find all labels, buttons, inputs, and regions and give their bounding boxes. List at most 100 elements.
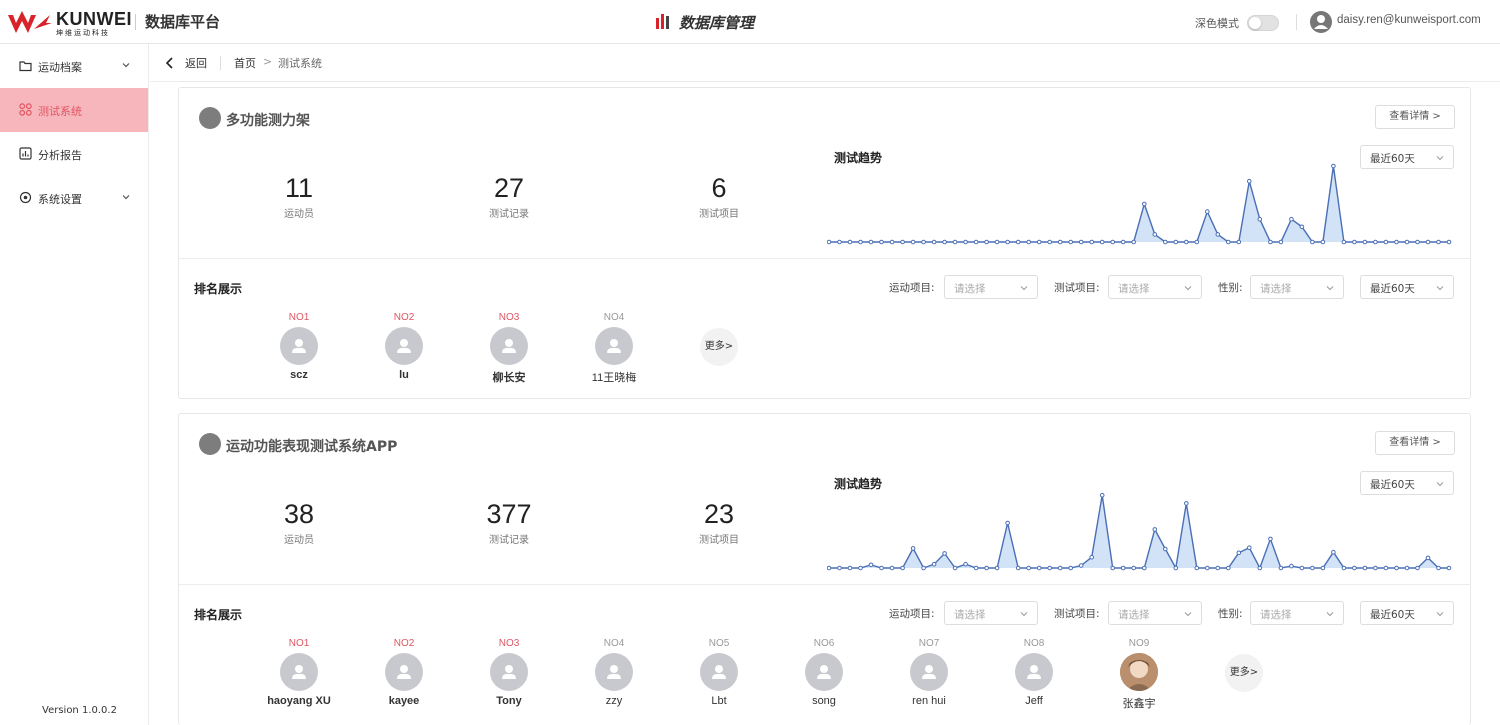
trend-point: [1047, 565, 1052, 571]
ranking-item[interactable]: NO3 柳长安: [459, 311, 559, 385]
sidebar: 运动档案 测试系统 分析报告 系统设置 Version 1.0.0.2: [0, 44, 149, 725]
rank-number: NO4: [603, 312, 625, 323]
trend-point: [1341, 565, 1347, 571]
ranking-range-select[interactable]: 最近60天: [1360, 601, 1454, 625]
breadcrumb-home[interactable]: 首页: [234, 55, 256, 71]
stat-label: 运动员: [284, 209, 314, 220]
trend-point: [1383, 565, 1389, 571]
ranking-item[interactable]: NO1 haoyang XU: [249, 637, 349, 707]
view-details-button[interactable]: 查看详情 >: [1375, 105, 1455, 129]
stat-test-items: 6 测试项目: [659, 173, 779, 220]
trend-point: [1425, 239, 1431, 245]
ranking-item[interactable]: NO4 zzy: [564, 637, 664, 707]
trend-point: [1184, 239, 1189, 245]
bar-chart-icon: [19, 147, 32, 160]
ranking-item[interactable]: NO4 11王晓梅: [564, 311, 664, 385]
sport-filter-select[interactable]: 请选择: [944, 275, 1038, 299]
trend-point: [931, 239, 937, 245]
more-ranking-button[interactable]: 更多>: [700, 328, 738, 366]
trend-point: [837, 565, 842, 571]
sport-filter-select[interactable]: 请选择: [944, 601, 1038, 625]
ranking-item[interactable]: NO1 scz: [249, 311, 349, 381]
sidebar-item-label: 测试系统: [38, 105, 82, 118]
database-bars-icon: [656, 14, 669, 29]
gender-filter-select[interactable]: 请选择: [1250, 275, 1344, 299]
trend-point: [1005, 239, 1010, 245]
athlete-name: haoyang XU: [267, 695, 331, 707]
trend-point: [1257, 216, 1263, 222]
card-title: 运动功能表现测试系统APP: [226, 439, 398, 455]
ranking-item[interactable]: NO8 Jeff: [984, 637, 1084, 707]
sidebar-item-system-settings[interactable]: 系统设置: [0, 176, 148, 220]
trend-point: [900, 239, 905, 245]
sidebar-item-sport-archive[interactable]: 运动档案: [0, 44, 148, 88]
page-title-text: 数据库管理: [679, 14, 755, 32]
stat-value: 27: [493, 173, 525, 203]
trend-point: [1320, 565, 1326, 571]
ranking-item[interactable]: NO3 Tony: [459, 637, 559, 707]
user-email[interactable]: daisy.ren@kunweisport.com: [1337, 14, 1481, 26]
trend-point: [1415, 239, 1420, 245]
rank-number: NO3: [498, 312, 520, 323]
stat-value: 38: [283, 499, 315, 529]
chevron-down-icon: [122, 63, 130, 68]
rank-number: NO1: [288, 638, 310, 649]
trend-point: [910, 546, 916, 551]
trend-point: [1247, 545, 1252, 551]
trend-point: [1299, 224, 1305, 230]
trend-point: [1436, 565, 1441, 571]
avatar: [910, 653, 948, 691]
trend-point: [1152, 232, 1158, 237]
ranking-range-select[interactable]: 最近60天: [1360, 275, 1454, 299]
kunwei-logo[interactable]: KUNWEI 坤维运动科技: [6, 7, 134, 39]
trend-point: [1331, 549, 1336, 555]
view-details-button[interactable]: 查看详情 >: [1375, 431, 1455, 455]
user-avatar[interactable]: [1310, 11, 1332, 33]
sidebar-item-test-system[interactable]: 测试系统: [0, 88, 148, 132]
breadcrumb-current: 测试系统: [278, 57, 322, 70]
test-item-filter-label: 测试项目:: [1054, 608, 1100, 620]
trend-point: [1173, 239, 1179, 245]
stat-label: 测试记录: [489, 535, 529, 546]
trend-point: [1131, 239, 1137, 245]
trend-point: [1310, 565, 1315, 571]
test-item-filter-select[interactable]: 请选择: [1108, 601, 1202, 625]
trend-point: [1005, 520, 1010, 526]
trend-point: [847, 239, 853, 245]
ranking-item[interactable]: NO5 Lbt: [669, 637, 769, 707]
trend-point: [973, 239, 979, 245]
ranking-item[interactable]: NO9 张鑫宇: [1089, 637, 1189, 711]
dark-mode-toggle[interactable]: [1247, 15, 1279, 31]
avatar: [1015, 653, 1053, 691]
trend-point: [1099, 239, 1105, 245]
trend-point: [1110, 565, 1116, 571]
ranking-item[interactable]: NO2 lu: [354, 311, 454, 381]
gender-filter-select[interactable]: 请选择: [1250, 601, 1344, 625]
trend-point: [1047, 239, 1052, 245]
ranking-item[interactable]: NO6 song: [774, 637, 874, 707]
ranking-range-value: 最近60天: [1370, 609, 1415, 621]
trend-point: [1163, 239, 1168, 245]
card-divider: [179, 584, 1470, 585]
trend-point: [879, 565, 884, 571]
version-label: Version 1.0.0.2: [42, 705, 117, 716]
ranking-item[interactable]: NO2 kayee: [354, 637, 454, 707]
dark-mode-label: 深色模式: [1195, 17, 1239, 30]
ranking-item[interactable]: NO7 ren hui: [879, 637, 979, 707]
trend-point: [1362, 565, 1368, 571]
toggle-knob: [1249, 17, 1261, 29]
rank-number: NO9: [1128, 638, 1150, 649]
trend-point: [921, 565, 926, 571]
trend-point: [858, 239, 863, 245]
trend-point: [1026, 565, 1031, 571]
athlete-name: song: [812, 695, 836, 707]
trend-point: [1289, 563, 1294, 569]
sidebar-item-analysis-report[interactable]: 分析报告: [0, 132, 148, 176]
chevron-down-icon: [1326, 612, 1334, 617]
trend-point: [1404, 239, 1410, 245]
athlete-name: Tony: [496, 695, 522, 707]
select-placeholder: 请选择: [1260, 609, 1292, 621]
stat-athletes: 38 运动员: [239, 499, 359, 546]
more-ranking-button[interactable]: 更多>: [1225, 654, 1263, 692]
test-item-filter-select[interactable]: 请选择: [1108, 275, 1202, 299]
